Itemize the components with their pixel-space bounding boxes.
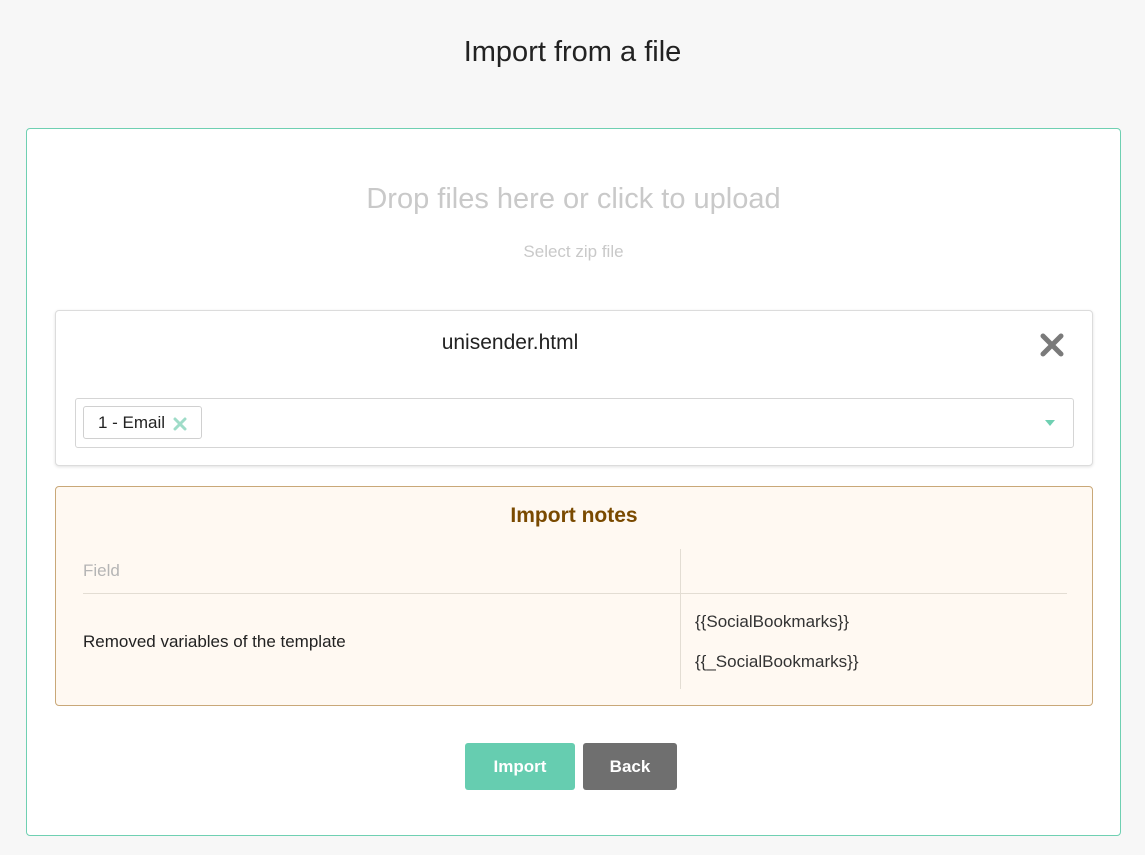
list-select[interactable]: 1 - Email <box>75 398 1074 448</box>
row-value: {{SocialBookmarks}} <box>695 612 850 631</box>
row-values: {{SocialBookmarks}} {{_SocialBookmarks}} <box>695 611 859 691</box>
back-button[interactable]: Back <box>583 743 677 790</box>
chevron-down-icon[interactable] <box>1045 420 1055 426</box>
import-notes-title: Import notes <box>510 504 638 527</box>
row-value: {{_SocialBookmarks}} <box>695 652 859 671</box>
remove-file-icon[interactable] <box>1038 331 1066 359</box>
uploaded-file-card: unisender.html 1 - Email <box>55 310 1093 466</box>
import-notes: Import notes Field Removed variables of … <box>55 486 1093 706</box>
import-panel: Drop files here or click to upload Selec… <box>26 128 1121 836</box>
import-button[interactable]: Import <box>465 743 575 790</box>
dropzone-subtitle: Select zip file <box>523 242 624 261</box>
row-divider <box>83 593 1067 594</box>
file-name: unisender.html <box>441 331 579 354</box>
column-divider <box>680 549 681 689</box>
dropzone-title: Drop files here or click to upload <box>366 183 781 215</box>
file-dropzone[interactable]: Drop files here or click to upload Selec… <box>27 129 1120 299</box>
import-notes-table: Field Removed variables of the template … <box>83 549 1067 689</box>
header-field: Field <box>83 561 120 580</box>
row-field: Removed variables of the template <box>83 632 346 651</box>
tag-remove-icon[interactable] <box>173 416 187 430</box>
selected-list-tag: 1 - Email <box>83 406 203 439</box>
selected-list-tag-label: 1 - Email <box>98 412 166 432</box>
page-title: Import from a file <box>463 36 682 68</box>
